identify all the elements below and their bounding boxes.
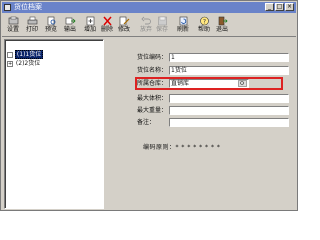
help-icon: ? xyxy=(199,16,209,26)
refresh-label: 刷新 xyxy=(176,26,189,33)
print-label: 打印 xyxy=(25,26,38,33)
lookup-icon[interactable] xyxy=(238,80,247,87)
coding-rule: 编码原则：* * * * * * * * xyxy=(143,142,220,151)
print-button[interactable]: 打印 xyxy=(23,15,41,35)
tree-node-label: (2)2货位 xyxy=(15,60,41,67)
volume-label: 最大体积： xyxy=(137,95,168,102)
export-label: 输出 xyxy=(63,26,76,33)
print-icon xyxy=(27,16,37,25)
coding-rule-value: * * * * * * * * xyxy=(175,144,221,151)
svg-text:?: ? xyxy=(202,18,205,25)
exit-label: 退出 xyxy=(215,26,228,33)
edit-icon xyxy=(119,16,129,26)
window-title: 货位档案 xyxy=(14,3,42,11)
app-icon xyxy=(4,4,11,11)
warehouse-label: 所属仓库： xyxy=(137,80,168,87)
delete-icon xyxy=(102,16,112,26)
warehouse-value: 直销库 xyxy=(171,80,190,87)
name-field[interactable]: 1货位 xyxy=(169,66,289,75)
settings-label: 设置 xyxy=(6,26,19,33)
note-field[interactable] xyxy=(169,118,289,127)
edit-button[interactable]: 修改 xyxy=(115,15,133,35)
tree-node-label: (1)1货位 xyxy=(14,50,44,59)
coding-rule-label: 编码原则： xyxy=(143,144,176,151)
weight-label: 最大重量： xyxy=(137,107,168,114)
preview-button[interactable]: 预览 xyxy=(42,15,60,35)
settings-icon xyxy=(8,16,18,25)
maximize-button[interactable]: □ xyxy=(275,3,284,11)
refresh-button[interactable]: 刷新 xyxy=(174,15,192,35)
close-button[interactable]: × xyxy=(285,3,294,11)
save-label: 保存 xyxy=(155,26,168,33)
minimize-button[interactable]: _ xyxy=(265,3,274,11)
settings-button[interactable]: 设置 xyxy=(4,15,22,35)
help-label: 帮助 xyxy=(197,26,210,33)
preview-icon xyxy=(47,16,55,26)
tree-node[interactable]: (1)1货位 xyxy=(7,50,44,59)
undo-icon xyxy=(140,16,151,25)
save-button[interactable]: 保存 xyxy=(153,15,171,35)
delete-button[interactable]: 删除 xyxy=(98,15,116,35)
warehouse-field[interactable]: 直销库 xyxy=(169,79,249,88)
help-button[interactable]: ? 帮助 xyxy=(195,15,213,35)
tree-expander-icon[interactable]: + xyxy=(7,60,13,67)
exit-icon xyxy=(218,16,228,26)
export-button[interactable]: 输出 xyxy=(61,15,79,35)
name-label: 货位名称： xyxy=(137,67,168,74)
tree-expander-icon[interactable] xyxy=(7,51,13,58)
title-bar[interactable]: 货位档案 _ □ × xyxy=(2,2,296,13)
exit-button[interactable]: 退出 xyxy=(213,15,231,35)
weight-field[interactable] xyxy=(169,106,289,115)
edit-label: 修改 xyxy=(117,26,130,33)
add-label: 增加 xyxy=(83,26,96,33)
archive-window: 货位档案 _ □ × 设置 打印 预览 输出 增加 删除 修改 放弃 保存 刷新… xyxy=(0,0,298,211)
add-icon xyxy=(86,16,94,26)
tree-node[interactable]: + (2)2货位 xyxy=(7,60,41,68)
export-icon xyxy=(65,17,76,25)
preview-label: 预览 xyxy=(44,26,57,33)
toolbar: 设置 打印 预览 输出 增加 删除 修改 放弃 保存 刷新 ? 帮助 退出 xyxy=(2,14,296,37)
note-label: 备注： xyxy=(137,119,156,126)
volume-field[interactable] xyxy=(169,94,289,103)
code-label: 货位编码： xyxy=(137,54,168,61)
location-tree[interactable]: (1)1货位 + (2)2货位 xyxy=(4,39,104,209)
delete-label: 删除 xyxy=(100,26,113,33)
code-field[interactable]: 1 xyxy=(169,53,289,62)
detail-form: 货位编码： 1 货位名称： 1货位 所属仓库： 直销库 最大体积： 最大重量： … xyxy=(105,39,295,207)
save-icon xyxy=(157,16,167,26)
add-button[interactable]: 增加 xyxy=(81,15,99,35)
refresh-icon xyxy=(179,16,187,26)
